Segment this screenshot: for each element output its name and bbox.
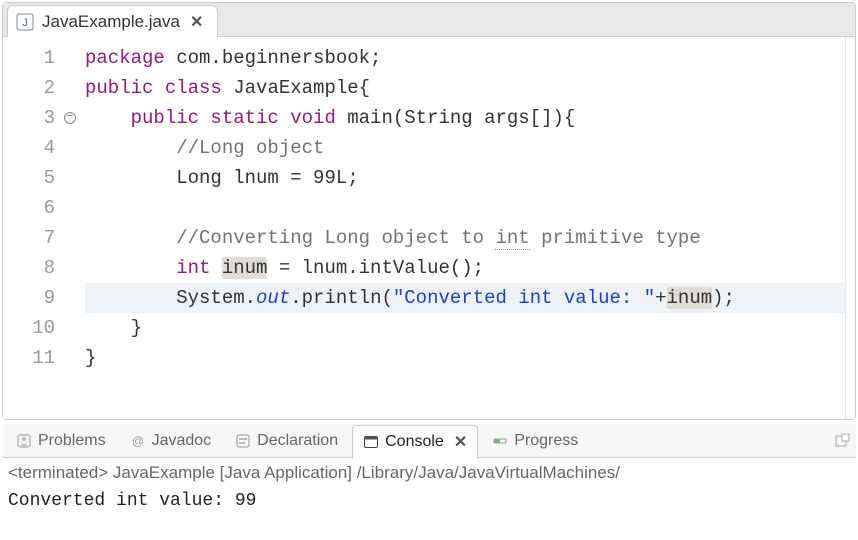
console-status: <terminated> JavaExample [Java Applicati… — [8, 460, 850, 488]
code-line[interactable]: int inum = lnum.intValue(); — [85, 253, 845, 283]
line-number: 5 — [3, 163, 55, 193]
fold-row — [63, 163, 77, 193]
code-line[interactable]: System.out.println("Converted int value:… — [85, 283, 845, 313]
line-number: 9 — [3, 283, 55, 313]
tab-label: Progress — [514, 432, 578, 450]
line-number: 3 — [3, 103, 55, 133]
bottom-panel: Problems @ Javadoc Declaration Console ✕ Progr… — [2, 424, 856, 520]
tab-declaration[interactable]: Declaration — [225, 426, 348, 456]
code-line[interactable]: Long lnum = 99L; — [85, 163, 845, 193]
code-line[interactable]: } — [85, 343, 845, 373]
declaration-icon — [235, 433, 251, 449]
tab-console[interactable]: Console ✕ — [352, 425, 478, 459]
line-number: 6 — [3, 193, 55, 223]
code-line[interactable]: //Converting Long object to int primitiv… — [85, 223, 845, 253]
line-number: 2 — [3, 73, 55, 103]
code-content[interactable]: package com.beginnersbook;public class J… — [77, 37, 845, 419]
tab-problems[interactable]: Problems — [6, 426, 116, 456]
close-icon[interactable]: ✕ — [454, 432, 467, 452]
progress-icon — [492, 433, 508, 449]
code-line[interactable]: } — [85, 313, 845, 343]
fold-row — [63, 133, 77, 163]
code-area[interactable]: 1234567891011 − package com.beginnersboo… — [3, 37, 855, 419]
problems-icon — [16, 433, 32, 449]
fold-row — [63, 223, 77, 253]
tab-label: Declaration — [257, 432, 338, 450]
console-icon — [363, 434, 379, 450]
fold-row — [63, 193, 77, 223]
tab-label: Console — [385, 433, 444, 451]
overview-ruler — [845, 37, 855, 419]
line-number: 4 — [3, 133, 55, 163]
editor-tabbar: J JavaExample.java ✕ — [3, 3, 855, 37]
editor-tab-javaexample[interactable]: J JavaExample.java ✕ — [7, 5, 218, 37]
new-console-icon[interactable] — [828, 433, 856, 449]
fold-row — [63, 73, 77, 103]
line-number: 8 — [3, 253, 55, 283]
tab-javadoc[interactable]: @ Javadoc — [120, 426, 222, 456]
tab-progress[interactable]: Progress — [482, 426, 588, 456]
line-number: 11 — [3, 343, 55, 373]
code-line[interactable]: package com.beginnersbook; — [85, 43, 845, 73]
fold-row — [63, 283, 77, 313]
code-line[interactable]: public class JavaExample{ — [85, 73, 845, 103]
fold-row — [63, 313, 77, 343]
fold-strip: − — [63, 37, 77, 419]
fold-row — [63, 253, 77, 283]
code-line[interactable] — [85, 193, 845, 223]
code-line[interactable]: //Long object — [85, 133, 845, 163]
line-number: 1 — [3, 43, 55, 73]
javadoc-icon: @ — [130, 433, 146, 449]
code-line[interactable]: public static void main(String args[]){ — [85, 103, 845, 133]
tab-label: Javadoc — [152, 432, 212, 450]
views-tabbar: Problems @ Javadoc Declaration Console ✕ Progr… — [2, 424, 856, 458]
java-file-icon: J — [16, 13, 34, 31]
editor-pane: J JavaExample.java ✕ 1234567891011 − pac… — [2, 2, 856, 420]
close-icon[interactable]: ✕ — [188, 12, 205, 32]
console-body: <terminated> JavaExample [Java Applicati… — [2, 458, 856, 520]
fold-toggle-icon[interactable]: − — [64, 112, 76, 124]
tab-label: Problems — [38, 432, 106, 450]
svg-text:@: @ — [131, 434, 143, 448]
fold-row: − — [63, 103, 77, 133]
line-number: 10 — [3, 313, 55, 343]
svg-text:J: J — [22, 17, 28, 29]
editor-tab-label: JavaExample.java — [42, 12, 180, 32]
line-number: 7 — [3, 223, 55, 253]
line-number-gutter: 1234567891011 — [3, 37, 63, 419]
fold-row — [63, 43, 77, 73]
fold-row — [63, 343, 77, 373]
console-output-line: Converted int value: 99 — [8, 488, 850, 514]
